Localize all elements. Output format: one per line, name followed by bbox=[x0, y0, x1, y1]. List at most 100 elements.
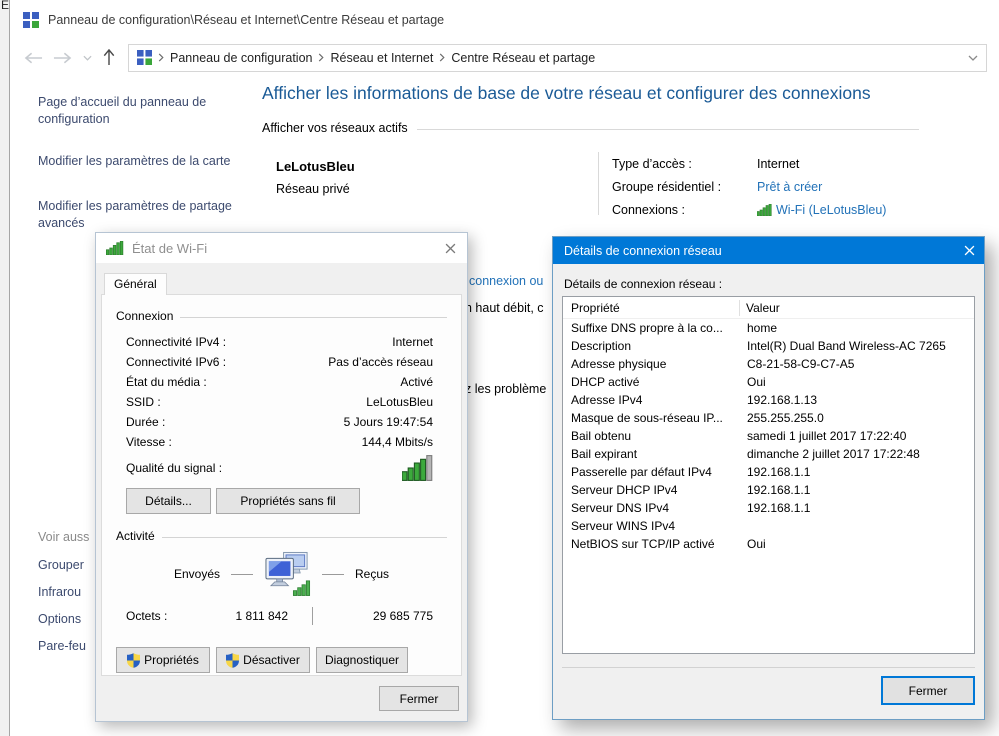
active-networks-section: Afficher vos réseaux actifs bbox=[262, 121, 919, 135]
diagnose-button[interactable]: Diagnostiquer bbox=[316, 647, 408, 673]
ipv4-value: Internet bbox=[392, 335, 433, 349]
table-row: Serveur WINS IPv4 bbox=[563, 517, 974, 535]
value-cell: 192.168.1.13 bbox=[740, 391, 817, 409]
value-cell: 255.255.255.0 bbox=[740, 409, 824, 427]
screen: E Panneau de configuration\Réseau et Int… bbox=[0, 0, 999, 736]
close-icon bbox=[964, 245, 975, 256]
details-button[interactable]: Détails... bbox=[126, 488, 211, 514]
activity-diagram: Envoyés Reçus bbox=[116, 547, 447, 601]
table-row: Suffixe DNS propre à la co...home bbox=[563, 319, 974, 337]
sidebar-item-home[interactable]: Page d’accueil du panneau de configurati… bbox=[38, 94, 236, 128]
connections-label: Connexions : bbox=[612, 203, 757, 217]
window-title: Panneau de configuration\Réseau et Inter… bbox=[48, 13, 444, 27]
property-cell: DHCP activé bbox=[563, 373, 740, 391]
address-bar[interactable]: Panneau de configuration Réseau et Inter… bbox=[128, 44, 987, 72]
breadcrumb-item-network-sharing-center[interactable]: Centre Réseau et partage bbox=[451, 51, 595, 65]
back-icon bbox=[24, 52, 43, 64]
breadcrumb-chevron-icon bbox=[318, 53, 324, 62]
computers-icon bbox=[264, 551, 311, 597]
value-cell: 192.168.1.1 bbox=[740, 463, 810, 481]
bytes-row: Octets : 1 811 842 29 685 775 bbox=[116, 607, 447, 625]
close-icon bbox=[445, 243, 456, 254]
ssid-value: LeLotusBleu bbox=[366, 395, 433, 409]
access-type-label: Type d’accès : bbox=[612, 157, 757, 171]
wireless-properties-button[interactable]: Propriétés sans fil bbox=[216, 488, 360, 514]
up-icon bbox=[103, 49, 115, 66]
table-row: DescriptionIntel(R) Dual Band Wireless-A… bbox=[563, 337, 974, 355]
properties-button-label: Propriétés bbox=[144, 653, 199, 667]
background-text-fragment: connexion ou bbox=[469, 274, 543, 288]
active-networks-title: Afficher vos réseaux actifs bbox=[262, 121, 408, 135]
bytes-label: Octets : bbox=[126, 609, 188, 623]
value-cell: C8-21-58-C9-C7-A5 bbox=[740, 355, 854, 373]
value-cell bbox=[740, 517, 747, 535]
uac-shield-icon bbox=[226, 653, 239, 668]
page-title: Afficher les informations de base de vot… bbox=[262, 83, 871, 104]
details-dialog-close-button[interactable] bbox=[956, 237, 982, 264]
breadcrumb-chevron-icon bbox=[439, 53, 445, 62]
breadcrumb-item-control-panel[interactable]: Panneau de configuration bbox=[170, 51, 312, 65]
wifi-connection-link[interactable]: Wi-Fi (LeLotusBleu) bbox=[776, 203, 886, 217]
properties-button[interactable]: Propriétés bbox=[116, 647, 210, 673]
property-cell: Masque de sous-réseau IP... bbox=[563, 409, 740, 427]
dash-line bbox=[231, 574, 253, 575]
homegroup-link[interactable]: Prêt à créer bbox=[757, 180, 822, 194]
speed-label: Vitesse : bbox=[126, 435, 172, 449]
disable-button-label: Désactiver bbox=[243, 653, 300, 667]
connections-row: Connexions : Wi-Fi (LeLotusBleu) bbox=[612, 198, 942, 221]
media-state-value: Activé bbox=[400, 375, 433, 389]
value-cell: dimanche 2 juillet 2017 17:22:48 bbox=[740, 445, 920, 463]
column-header-property[interactable]: Propriété bbox=[563, 301, 739, 315]
property-cell: Adresse physique bbox=[563, 355, 740, 373]
access-type-row: Type d’accès : Internet bbox=[612, 152, 942, 175]
details-list[interactable]: Propriété Valeur Suffixe DNS propre à la… bbox=[562, 296, 975, 654]
property-cell: Serveur WINS IPv4 bbox=[563, 517, 740, 535]
signal-quality-label: Qualité du signal : bbox=[126, 461, 222, 475]
up-button[interactable] bbox=[96, 46, 122, 70]
column-header-value[interactable]: Valeur bbox=[740, 301, 780, 315]
uac-shield-icon bbox=[127, 653, 140, 668]
value-cell: 192.168.1.1 bbox=[740, 481, 810, 499]
chevron-down-icon bbox=[83, 55, 92, 61]
tab-general[interactable]: Général bbox=[104, 273, 167, 295]
wifi-dialog-tabs: Général bbox=[96, 263, 467, 294]
wifi-signal-icon bbox=[106, 241, 124, 255]
table-row: Serveur DNS IPv4192.168.1.1 bbox=[563, 499, 974, 517]
ssid-label: SSID : bbox=[126, 395, 161, 409]
homegroup-row: Groupe résidentiel : Prêt à créer bbox=[612, 175, 942, 198]
details-dialog-titlebar[interactable]: Détails de connexion réseau bbox=[553, 237, 984, 264]
details-dialog-body: Détails de connexion réseau : Propriété … bbox=[553, 264, 984, 705]
breadcrumb-item-network-internet[interactable]: Réseau et Internet bbox=[330, 51, 433, 65]
connection-group-header: Connexion bbox=[116, 309, 447, 323]
sent-label: Envoyés bbox=[174, 567, 220, 581]
table-row: Bail expirantdimanche 2 juillet 2017 17:… bbox=[563, 445, 974, 463]
property-cell: Description bbox=[563, 337, 740, 355]
wifi-dialog-titlebar[interactable]: État de Wi-Fi bbox=[96, 233, 467, 263]
address-dropdown-icon[interactable] bbox=[968, 55, 978, 61]
details-close-button[interactable]: Fermer bbox=[881, 676, 975, 705]
back-button[interactable] bbox=[20, 46, 46, 70]
breadcrumb-chevron-icon bbox=[158, 53, 164, 62]
background-text-fragment: n haut débit, c bbox=[465, 301, 544, 315]
value-cell: 192.168.1.1 bbox=[740, 499, 810, 517]
forward-button[interactable] bbox=[46, 46, 78, 70]
wifi-dialog-close-button[interactable] bbox=[437, 233, 463, 263]
sidebar-item-adapter-settings[interactable]: Modifier les paramètres de la carte bbox=[38, 153, 236, 170]
received-label: Reçus bbox=[355, 567, 389, 581]
activity-group-header: Activité bbox=[116, 529, 447, 543]
table-row: Serveur DHCP IPv4192.168.1.1 bbox=[563, 481, 974, 499]
recent-locations-button[interactable] bbox=[78, 46, 96, 70]
wifi-dialog-general-page: Connexion Connectivité IPv4 :Internet Co… bbox=[101, 294, 462, 676]
group-rule bbox=[180, 317, 447, 318]
sidebar-item-advanced-sharing[interactable]: Modifier les paramètres de partage avanc… bbox=[38, 198, 236, 232]
navigation-bar: Panneau de configuration Réseau et Inter… bbox=[10, 40, 999, 75]
info-divider bbox=[598, 152, 599, 215]
bytes-sent-value: 1 811 842 bbox=[188, 609, 288, 623]
disable-button[interactable]: Désactiver bbox=[216, 647, 310, 673]
ipv6-label: Connectivité IPv6 : bbox=[126, 355, 226, 369]
network-type: Réseau privé bbox=[276, 182, 350, 196]
network-info: Type d’accès : Internet Groupe résidenti… bbox=[612, 152, 942, 221]
connection-group-label: Connexion bbox=[116, 309, 173, 323]
value-cell: samedi 1 juillet 2017 17:22:40 bbox=[740, 427, 906, 445]
wifi-close-button[interactable]: Fermer bbox=[379, 686, 459, 711]
